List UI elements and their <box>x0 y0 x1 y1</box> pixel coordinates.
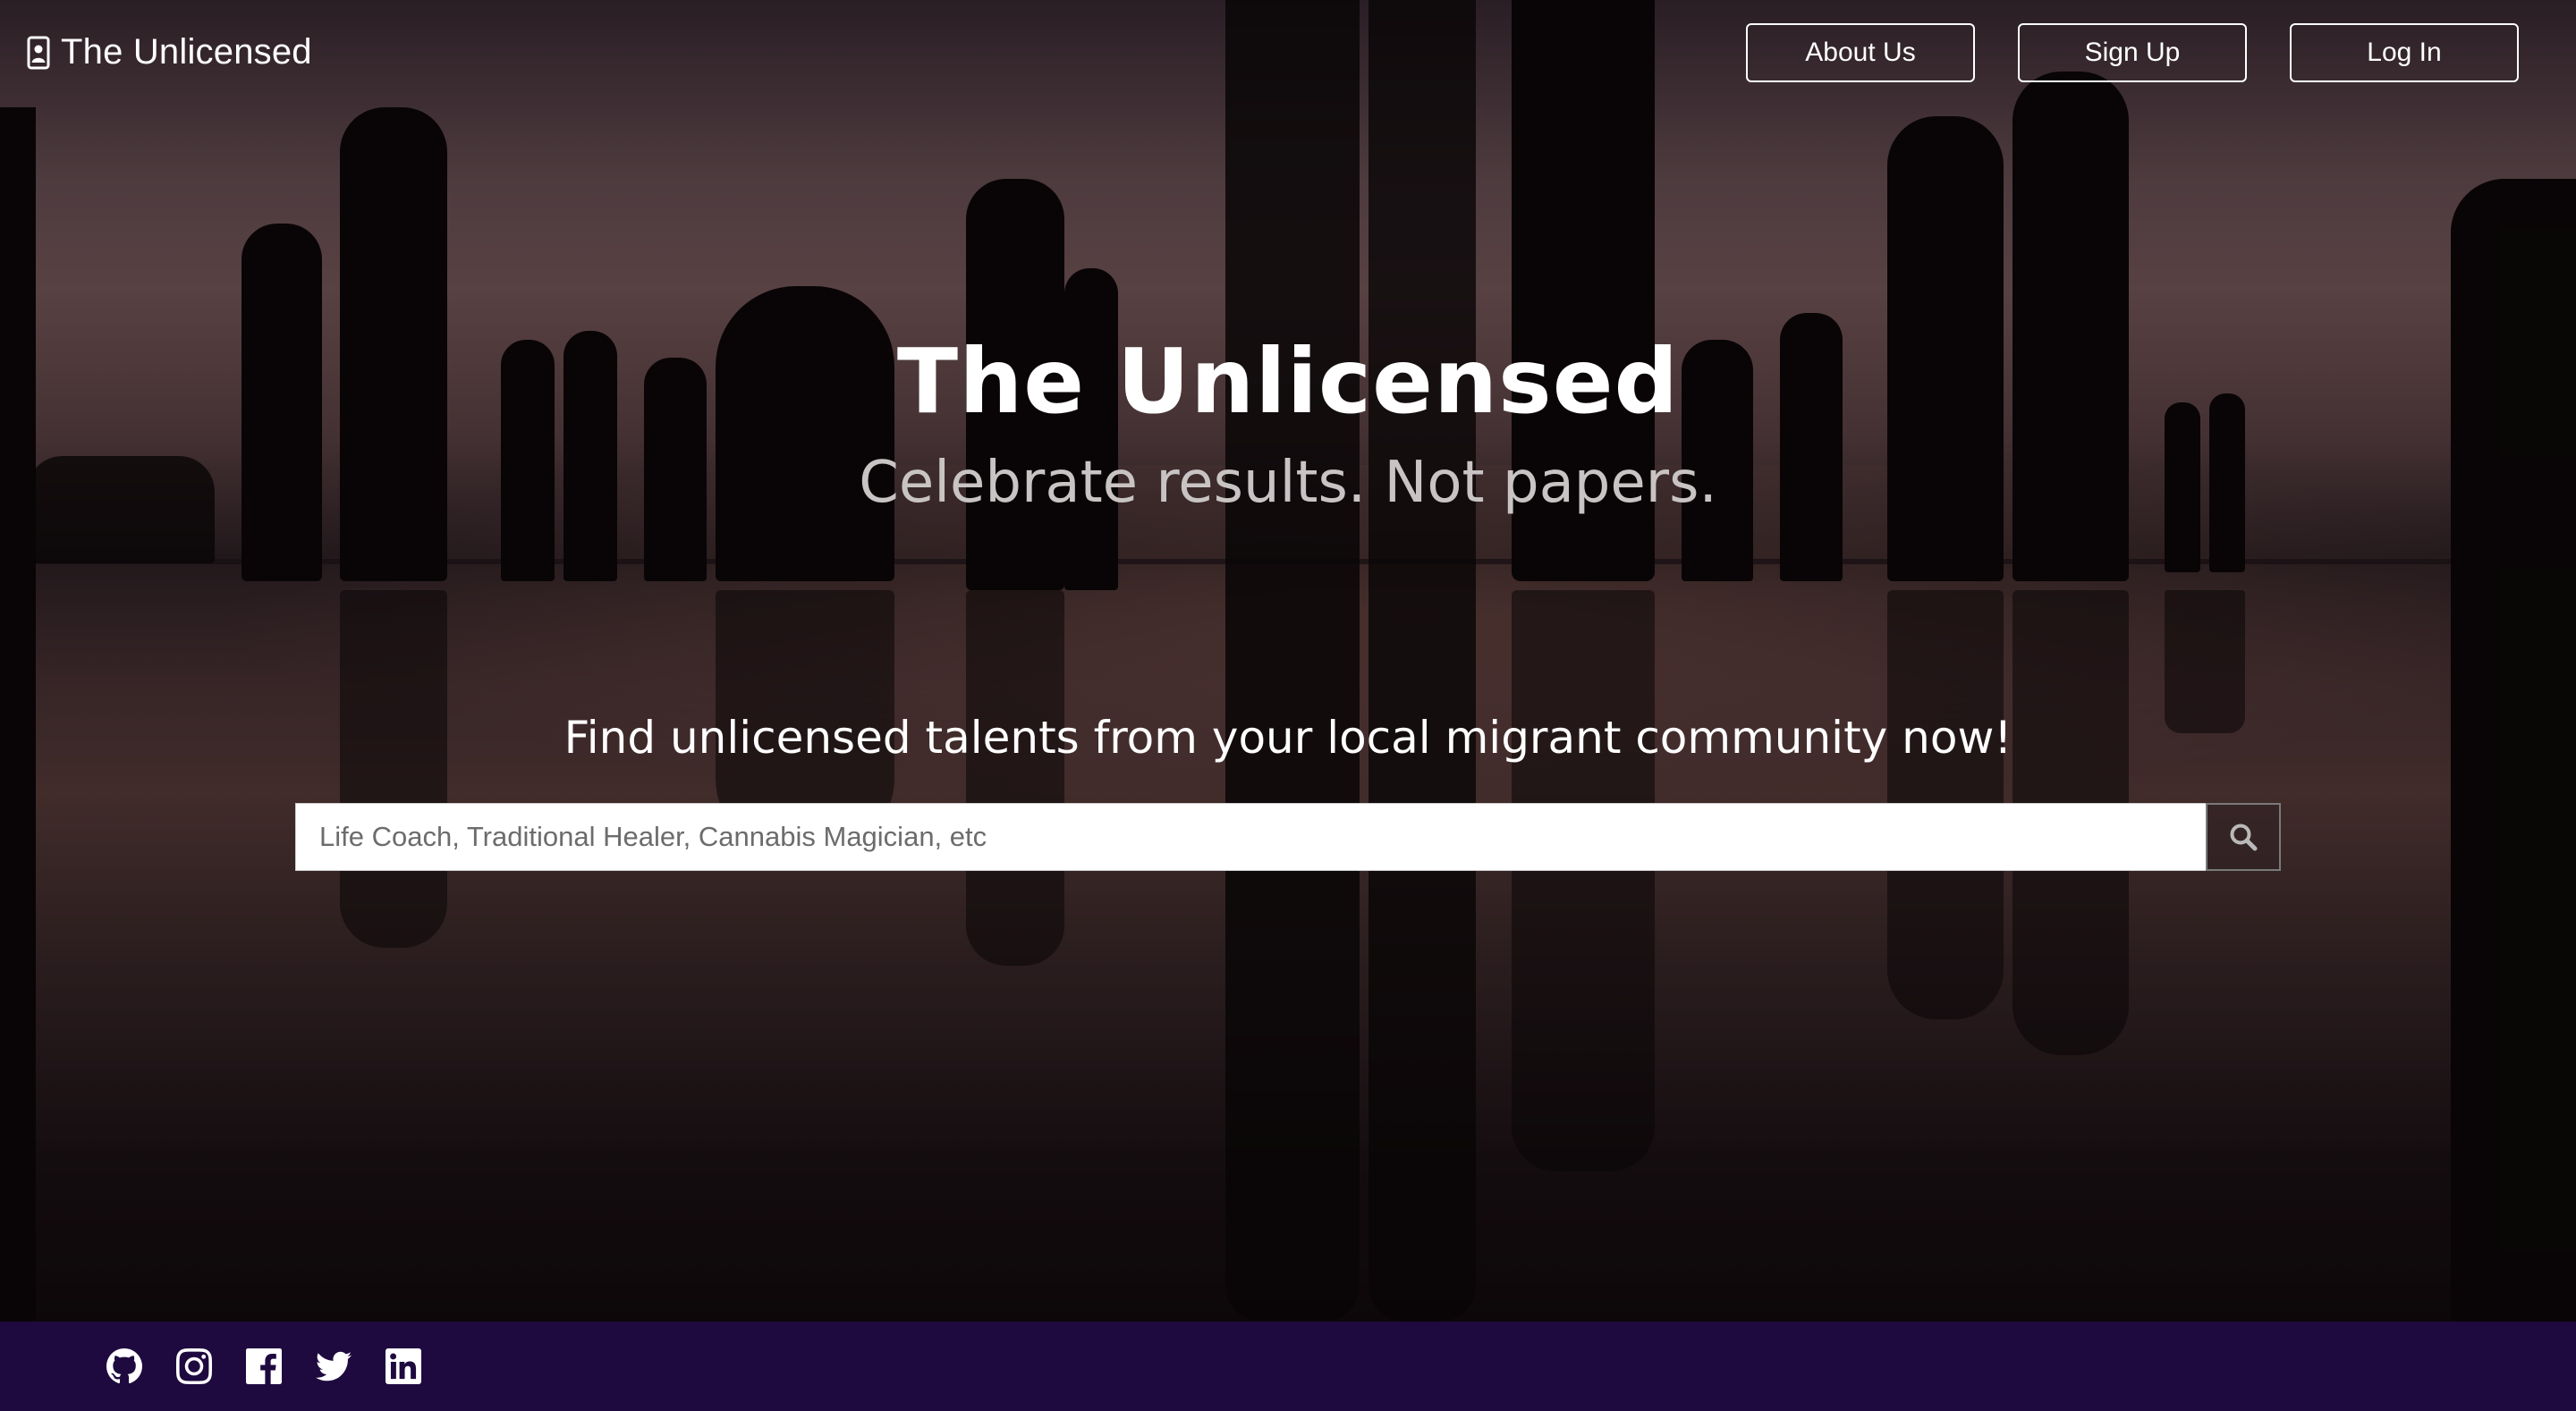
twitter-icon <box>316 1351 352 1381</box>
hero-cta-text: Find unlicensed talents from your local … <box>564 712 2012 764</box>
about-us-button[interactable]: About Us <box>1746 23 1975 82</box>
facebook-link[interactable] <box>245 1348 283 1385</box>
brand-name: The Unlicensed <box>61 32 312 72</box>
search-bar <box>295 803 2281 871</box>
top-nav: About Us Sign Up Log In <box>1746 23 2519 82</box>
instagram-link[interactable] <box>175 1348 213 1385</box>
hero-background <box>0 0 2576 1322</box>
github-icon <box>106 1348 142 1384</box>
linkedin-link[interactable] <box>385 1348 422 1385</box>
hero-subtitle: Celebrate results. Not papers. <box>859 450 1717 516</box>
facebook-icon <box>246 1348 282 1384</box>
github-link[interactable] <box>106 1348 143 1385</box>
id-badge-icon <box>27 36 50 69</box>
footer <box>0 1322 2576 1411</box>
twitter-link[interactable] <box>315 1348 352 1385</box>
hero-title: The Unlicensed <box>896 329 1680 434</box>
sign-up-button[interactable]: Sign Up <box>2018 23 2247 82</box>
search-input[interactable] <box>295 803 2206 871</box>
log-in-button[interactable]: Log In <box>2290 23 2519 82</box>
search-button[interactable] <box>2206 803 2281 871</box>
social-links <box>106 1348 422 1385</box>
instagram-icon <box>176 1348 212 1384</box>
brand-link[interactable]: The Unlicensed <box>27 32 312 72</box>
search-icon <box>2230 824 2258 851</box>
linkedin-icon <box>386 1348 421 1384</box>
